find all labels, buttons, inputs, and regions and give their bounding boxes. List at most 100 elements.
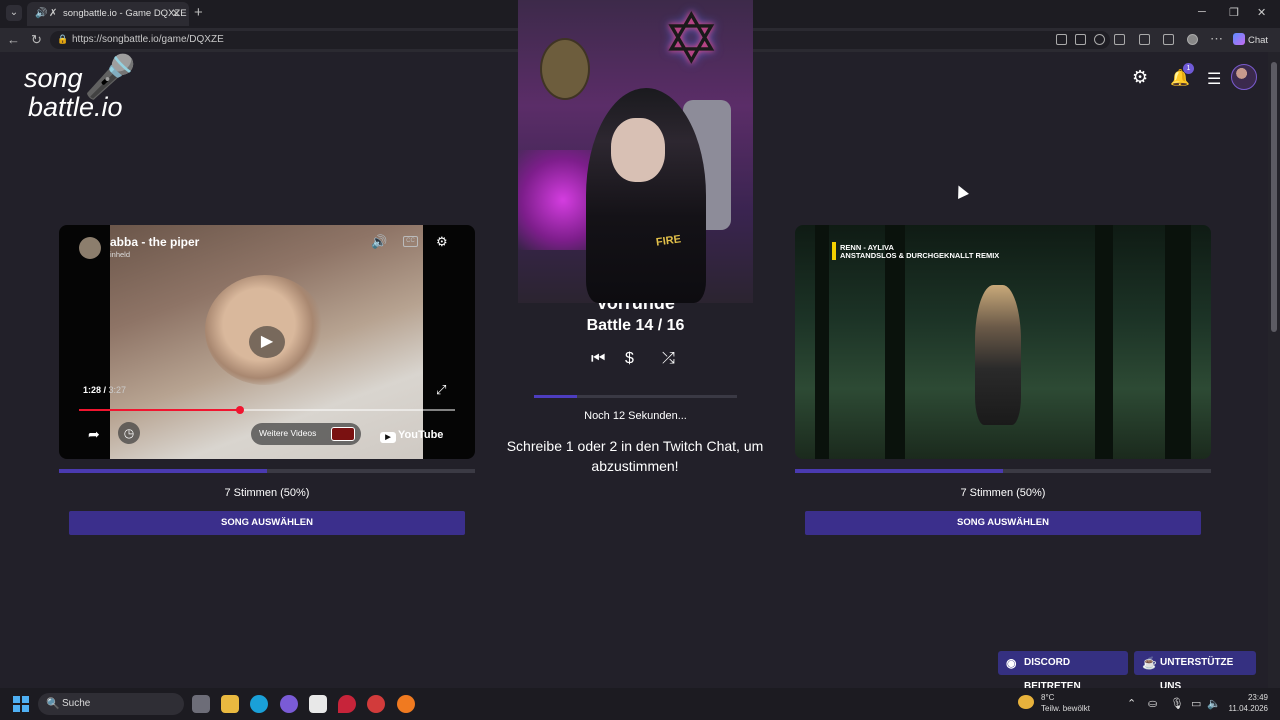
copilot-chat-button[interactable]: Chat bbox=[1233, 33, 1268, 46]
url-text: https://songbattle.io/game/DQXZE bbox=[72, 34, 224, 45]
task-view-icon[interactable] bbox=[192, 695, 210, 713]
maximize-icon[interactable]: ❐ bbox=[1229, 6, 1239, 19]
browser-tab[interactable]: 🔊 ✗ songbattle.io - Game DQXZE ✕ bbox=[27, 2, 189, 26]
microphone-logo-icon: 🎤 bbox=[84, 53, 137, 100]
video-seek-bar[interactable] bbox=[79, 406, 455, 414]
youtube-play-icon: ▶ bbox=[380, 432, 396, 443]
support-cup-icon: ☕ bbox=[1142, 656, 1157, 670]
streamer-webcam-overlay: ✡ FIRE bbox=[518, 0, 753, 303]
partly-cloudy-icon bbox=[1018, 695, 1034, 709]
discord-taskbar-icon[interactable] bbox=[280, 695, 298, 713]
select-right-song-button[interactable]: SONG AUSWÄHLEN bbox=[805, 511, 1201, 535]
display-icon[interactable]: ▭ bbox=[1191, 697, 1201, 710]
more-videos-label: Weitere Videos bbox=[259, 428, 317, 438]
taskbar-clock[interactable]: 23:49 11.04.2026 bbox=[1226, 692, 1268, 714]
play-icon[interactable]: ▶ bbox=[249, 326, 285, 358]
search-icon: 🔍 bbox=[46, 698, 60, 710]
channel-avatar[interactable] bbox=[79, 237, 101, 259]
tab-actions-menu-icon[interactable]: ⌄ bbox=[6, 5, 22, 21]
capcut-icon[interactable] bbox=[309, 695, 327, 713]
taskbar-search[interactable]: 🔍 Suche bbox=[38, 693, 184, 715]
countdown-text: Noch 12 Sekunden... bbox=[584, 410, 687, 422]
select-left-song-button[interactable]: SONG AUSWÄHLEN bbox=[69, 511, 465, 535]
search-placeholder: Suche bbox=[62, 698, 91, 709]
left-vote-fill bbox=[59, 469, 267, 473]
user-avatar[interactable] bbox=[1231, 64, 1257, 90]
lock-icon[interactable]: 🔒 bbox=[57, 34, 68, 45]
profile-icon[interactable] bbox=[1187, 34, 1198, 45]
share-icon[interactable]: ➦ bbox=[88, 426, 100, 443]
translate-icon[interactable] bbox=[1075, 34, 1086, 45]
favorite-star-icon[interactable] bbox=[1114, 34, 1125, 45]
donate-coin-icon[interactable]: $ bbox=[625, 350, 634, 368]
overlay-title: ANSTANDSLOS & DURCHGEKNALLT REMIX bbox=[840, 251, 1000, 260]
discord-label: DISCORD BEITRETEN bbox=[1024, 657, 1081, 692]
songbattle-logo[interactable]: 🎤 song battle.io bbox=[24, 56, 136, 122]
webcam-neon-star: ✡ bbox=[662, 0, 721, 78]
hamburger-menu-icon[interactable]: ☰ bbox=[1207, 69, 1221, 89]
discord-join-button[interactable]: ◉ DISCORD BEITRETEN bbox=[998, 651, 1128, 692]
minimize-icon[interactable]: ─ bbox=[1198, 6, 1206, 18]
shuffle-icon[interactable]: ⤮ bbox=[662, 350, 675, 368]
map-pin-app-icon[interactable] bbox=[338, 695, 356, 713]
speaker-icon[interactable]: 🔊 bbox=[35, 8, 47, 19]
scroll-thumb[interactable] bbox=[1271, 62, 1277, 332]
countdown-fill bbox=[534, 395, 577, 398]
youtube-label: YouTube bbox=[398, 429, 444, 441]
reload-icon[interactable]: ↻ bbox=[31, 32, 42, 48]
obs-icon[interactable] bbox=[367, 695, 385, 713]
seek-handle[interactable] bbox=[235, 406, 244, 414]
volume-tray-icon[interactable]: 🔈 bbox=[1207, 697, 1221, 710]
overlay-accent-bar bbox=[832, 242, 836, 260]
copilot-icon bbox=[1233, 33, 1245, 45]
start-windows-icon[interactable] bbox=[13, 696, 29, 712]
previous-battle-icon[interactable]: ⏮ bbox=[591, 350, 605, 368]
firefox-icon[interactable] bbox=[397, 695, 415, 713]
favorites-icon[interactable] bbox=[1163, 34, 1174, 45]
edge-browser-icon[interactable] bbox=[250, 695, 268, 713]
time-current: 1:28 bbox=[83, 385, 102, 395]
extensions-puzzle-icon[interactable] bbox=[1139, 34, 1150, 45]
video-title[interactable]: abba - the piper bbox=[110, 235, 199, 249]
battle-counter: Battle 14 / 16 bbox=[586, 317, 685, 334]
forest-tree bbox=[885, 225, 905, 459]
close-window-icon[interactable]: ✕ bbox=[1257, 6, 1266, 19]
support-us-button[interactable]: ☕ UNTERSTÜTZE UNS bbox=[1134, 651, 1256, 692]
tray-app-icon[interactable]: ⛀ bbox=[1148, 697, 1157, 710]
settings-gear-icon[interactable]: ⚙ bbox=[1132, 67, 1148, 88]
clock-time: 23:49 bbox=[1247, 693, 1268, 702]
right-video-player[interactable]: RENN - AYLIVA ANSTANDSLOS & DURCHGEKNALL… bbox=[795, 225, 1211, 459]
extension-icon[interactable] bbox=[1056, 34, 1067, 45]
new-tab-icon[interactable]: + bbox=[194, 4, 203, 21]
tracking-icon[interactable] bbox=[1094, 34, 1105, 45]
fullscreen-icon[interactable]: ⤢ bbox=[436, 382, 446, 398]
more-videos-button[interactable]: Weitere Videos bbox=[251, 423, 361, 445]
notification-badge: 1 bbox=[1183, 63, 1194, 74]
watch-later-clock-icon[interactable]: ◷ bbox=[118, 422, 140, 444]
more-menu-icon[interactable]: ⋯ bbox=[1210, 31, 1223, 47]
more-videos-thumbnail bbox=[331, 427, 355, 441]
back-icon[interactable]: ← bbox=[7, 32, 20, 47]
file-explorer-icon[interactable] bbox=[221, 695, 239, 713]
forest-tree bbox=[1095, 225, 1113, 459]
site-favicon-icon: ✗ bbox=[49, 8, 58, 19]
page-scrollbar[interactable] bbox=[1268, 52, 1280, 688]
video-channel[interactable]: inheld bbox=[110, 250, 130, 259]
video-settings-gear-icon[interactable]: ⚙ bbox=[436, 234, 448, 250]
close-tab-icon[interactable]: ✕ bbox=[172, 7, 181, 20]
webcam-wall-picture bbox=[540, 38, 590, 100]
tab-title: songbattle.io - Game DQXZE bbox=[63, 8, 187, 19]
left-youtube-player[interactable]: abba - the piper inheld 🔊 CC ⚙ ▶ 1:28 / … bbox=[59, 225, 475, 459]
countdown-progress bbox=[534, 395, 737, 398]
captions-icon[interactable]: CC bbox=[403, 236, 418, 247]
right-vote-bar bbox=[795, 469, 1211, 473]
microphone-icon[interactable]: 🎙 bbox=[1170, 697, 1184, 710]
tray-chevron-icon[interactable]: ⌃ bbox=[1127, 697, 1136, 710]
vote-instruction: Schreibe 1 oder 2 in den Twitch Chat, um… bbox=[506, 438, 764, 474]
video-time: 1:28 / 3:27 bbox=[83, 385, 127, 395]
webcam-face bbox=[611, 118, 665, 182]
youtube-logo[interactable]: ▶ YouTube bbox=[380, 429, 443, 443]
clock-date: 11.04.2026 bbox=[1228, 704, 1268, 713]
time-total: 3:27 bbox=[108, 385, 127, 395]
volume-icon[interactable]: 🔊 bbox=[371, 234, 387, 250]
